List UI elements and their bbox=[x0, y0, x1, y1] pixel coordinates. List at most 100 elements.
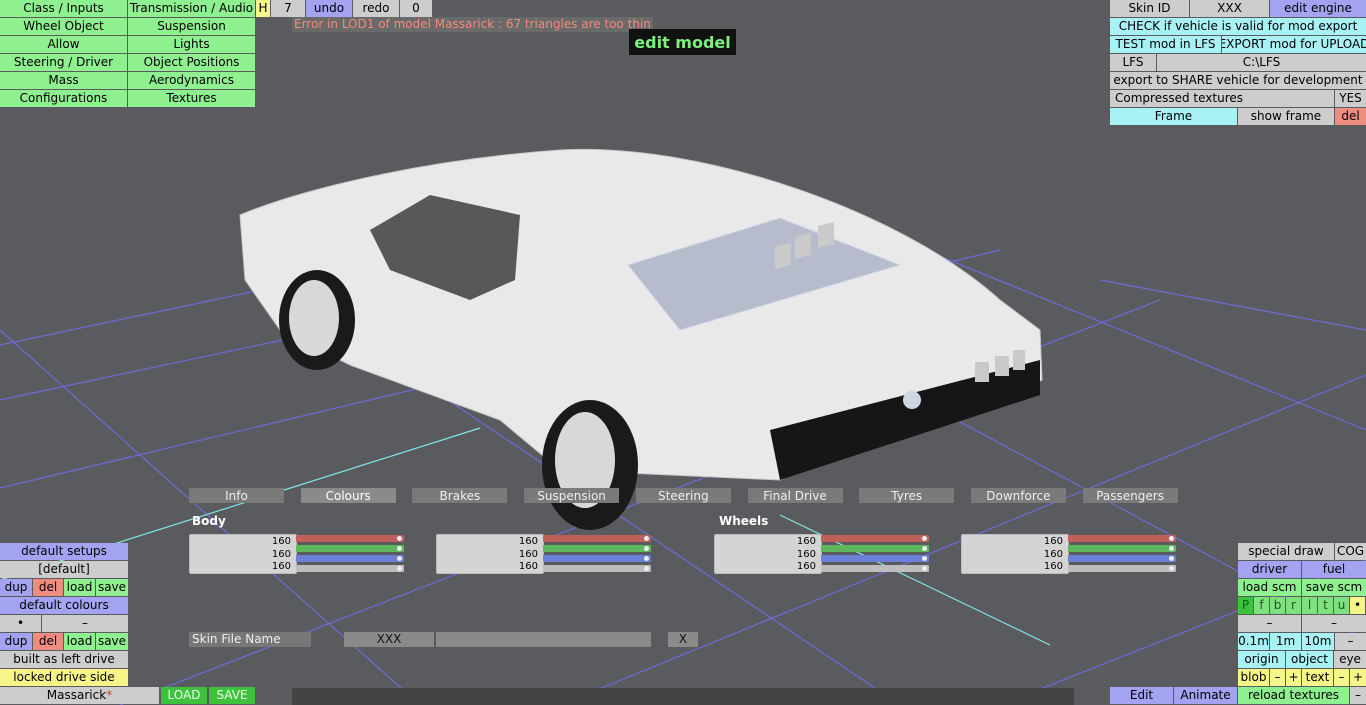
view-toggle-r[interactable]: r bbox=[1286, 597, 1301, 614]
slider-knob[interactable] bbox=[644, 556, 649, 561]
skin-file-close-button[interactable]: X bbox=[668, 632, 698, 647]
slider-knob[interactable] bbox=[397, 546, 402, 551]
load-scm-button[interactable]: load scm bbox=[1238, 579, 1301, 596]
menu-item-allow[interactable]: Allow bbox=[0, 36, 127, 53]
object-button[interactable]: object bbox=[1286, 651, 1333, 668]
colour-load-button[interactable]: load bbox=[64, 633, 95, 650]
green-slider[interactable] bbox=[821, 545, 929, 552]
test-mod-button[interactable]: TEST mod in LFS bbox=[1110, 36, 1221, 53]
text-plus-button[interactable]: + bbox=[1350, 669, 1366, 686]
colour-save-button[interactable]: save bbox=[96, 633, 128, 650]
body-colour-1-values[interactable]: 160 160 160 bbox=[189, 534, 297, 574]
model-name-field[interactable]: Massarick * bbox=[0, 687, 159, 704]
view-minus-left[interactable]: – bbox=[1238, 615, 1301, 632]
blob-plus-button[interactable]: + bbox=[1286, 669, 1301, 686]
tab-steering[interactable]: Steering bbox=[635, 488, 731, 503]
blob-minus-button[interactable]: – bbox=[1270, 669, 1285, 686]
tab-final-drive[interactable]: Final Drive bbox=[747, 488, 843, 503]
colour-dup-button[interactable]: dup bbox=[0, 633, 32, 650]
setup-del-button[interactable]: del bbox=[33, 579, 63, 596]
undo-button[interactable]: undo bbox=[306, 0, 352, 17]
slider-knob[interactable] bbox=[397, 566, 402, 571]
alpha-slider[interactable] bbox=[1068, 565, 1176, 572]
model-load-button[interactable]: LOAD bbox=[161, 687, 207, 704]
green-slider[interactable] bbox=[543, 545, 651, 552]
menu-item-steering-driver[interactable]: Steering / Driver bbox=[0, 54, 127, 71]
menu-item-aerodynamics[interactable]: Aerodynamics bbox=[128, 72, 255, 89]
tab-downforce[interactable]: Downforce bbox=[970, 488, 1066, 503]
frame-button[interactable]: Frame bbox=[1110, 108, 1237, 125]
menu-item-lights[interactable]: Lights bbox=[128, 36, 255, 53]
tab-info[interactable]: Info bbox=[189, 488, 284, 503]
slider-knob[interactable] bbox=[1169, 566, 1174, 571]
export-share-button[interactable]: export to SHARE vehicle for development bbox=[1110, 72, 1366, 89]
special-draw-button[interactable]: special draw bbox=[1238, 543, 1334, 560]
tab-brakes[interactable]: Brakes bbox=[412, 488, 508, 503]
origin-button[interactable]: origin bbox=[1238, 651, 1285, 668]
scale-1m-button[interactable]: 1m bbox=[1270, 633, 1301, 650]
model-save-button[interactable]: SAVE bbox=[209, 687, 255, 704]
red-slider[interactable] bbox=[821, 535, 929, 542]
view-toggle-u[interactable]: u bbox=[1334, 597, 1349, 614]
menu-item-object-positions[interactable]: Object Positions bbox=[128, 54, 255, 71]
blue-slider[interactable] bbox=[543, 555, 651, 562]
alpha-slider[interactable] bbox=[821, 565, 929, 572]
tab-tyres[interactable]: Tyres bbox=[859, 488, 955, 503]
green-slider[interactable] bbox=[296, 545, 404, 552]
frame-del-button[interactable]: del bbox=[1335, 108, 1366, 125]
menu-item-transmission-audio[interactable]: Transmission / Audio bbox=[128, 0, 255, 17]
scale-minus-button[interactable]: – bbox=[1335, 633, 1366, 650]
text-button[interactable]: text bbox=[1302, 669, 1333, 686]
colour-dot-button[interactable]: • bbox=[0, 615, 41, 632]
view-toggle-dot[interactable]: • bbox=[1350, 597, 1365, 614]
eye-button[interactable]: eye bbox=[1334, 651, 1366, 668]
check-valid-button[interactable]: CHECK if vehicle is valid for mod export bbox=[1110, 18, 1366, 35]
animate-button[interactable]: Animate bbox=[1174, 687, 1237, 704]
scale-10m-button[interactable]: 10m bbox=[1302, 633, 1334, 650]
menu-item-mass[interactable]: Mass bbox=[0, 72, 127, 89]
red-slider[interactable] bbox=[296, 535, 404, 542]
scale-0-1m-button[interactable]: 0.1m bbox=[1238, 633, 1269, 650]
reload-textures-button[interactable]: reload textures bbox=[1238, 687, 1349, 704]
slider-knob[interactable] bbox=[922, 536, 927, 541]
green-slider[interactable] bbox=[1068, 545, 1176, 552]
slider-knob[interactable] bbox=[1169, 556, 1174, 561]
redo-button[interactable]: redo bbox=[353, 0, 399, 17]
view-toggle-b[interactable]: b bbox=[1270, 597, 1285, 614]
slider-knob[interactable] bbox=[1169, 546, 1174, 551]
skin-id-value[interactable]: XXX bbox=[1190, 0, 1269, 17]
colour-del-button[interactable]: del bbox=[33, 633, 63, 650]
locked-drive-side-button[interactable]: locked drive side bbox=[0, 669, 128, 686]
blue-slider[interactable] bbox=[1068, 555, 1176, 562]
menu-item-configurations[interactable]: Configurations bbox=[0, 90, 127, 107]
colour-dash-button[interactable]: – bbox=[42, 615, 128, 632]
default-setups-button[interactable]: default setups bbox=[0, 543, 128, 560]
slider-knob[interactable] bbox=[644, 546, 649, 551]
slider-knob[interactable] bbox=[922, 566, 927, 571]
text-minus-button[interactable]: – bbox=[1334, 669, 1349, 686]
setup-save-button[interactable]: save bbox=[96, 579, 128, 596]
skin-file-input[interactable] bbox=[436, 632, 651, 647]
body-colour-2-values[interactable]: 160 160 160 bbox=[436, 534, 544, 574]
slider-knob[interactable] bbox=[644, 536, 649, 541]
wheels-colour-2-values[interactable]: 160 160 160 bbox=[961, 534, 1069, 574]
h-button[interactable]: H bbox=[256, 0, 270, 17]
edit-button[interactable]: Edit bbox=[1110, 687, 1173, 704]
slider-knob[interactable] bbox=[922, 556, 927, 561]
view-toggle-f[interactable]: f bbox=[1254, 597, 1269, 614]
default-setup-tag[interactable]: [default] bbox=[0, 561, 128, 578]
show-frame-button[interactable]: show frame bbox=[1238, 108, 1334, 125]
driver-button[interactable]: driver bbox=[1238, 561, 1301, 578]
reload-minus-button[interactable]: – bbox=[1350, 687, 1366, 704]
slider-knob[interactable] bbox=[397, 556, 402, 561]
view-toggle-p[interactable]: P bbox=[1238, 597, 1253, 614]
view-minus-right[interactable]: – bbox=[1302, 615, 1366, 632]
export-mod-button[interactable]: EXPORT mod for UPLOAD bbox=[1222, 36, 1366, 53]
slider-knob[interactable] bbox=[397, 536, 402, 541]
skin-file-value[interactable]: XXX bbox=[344, 632, 434, 647]
save-scm-button[interactable]: save scm bbox=[1302, 579, 1366, 596]
slider-knob[interactable] bbox=[644, 566, 649, 571]
setup-dup-button[interactable]: dup bbox=[0, 579, 32, 596]
edit-engine-button[interactable]: edit engine bbox=[1270, 0, 1366, 17]
slider-knob[interactable] bbox=[922, 546, 927, 551]
